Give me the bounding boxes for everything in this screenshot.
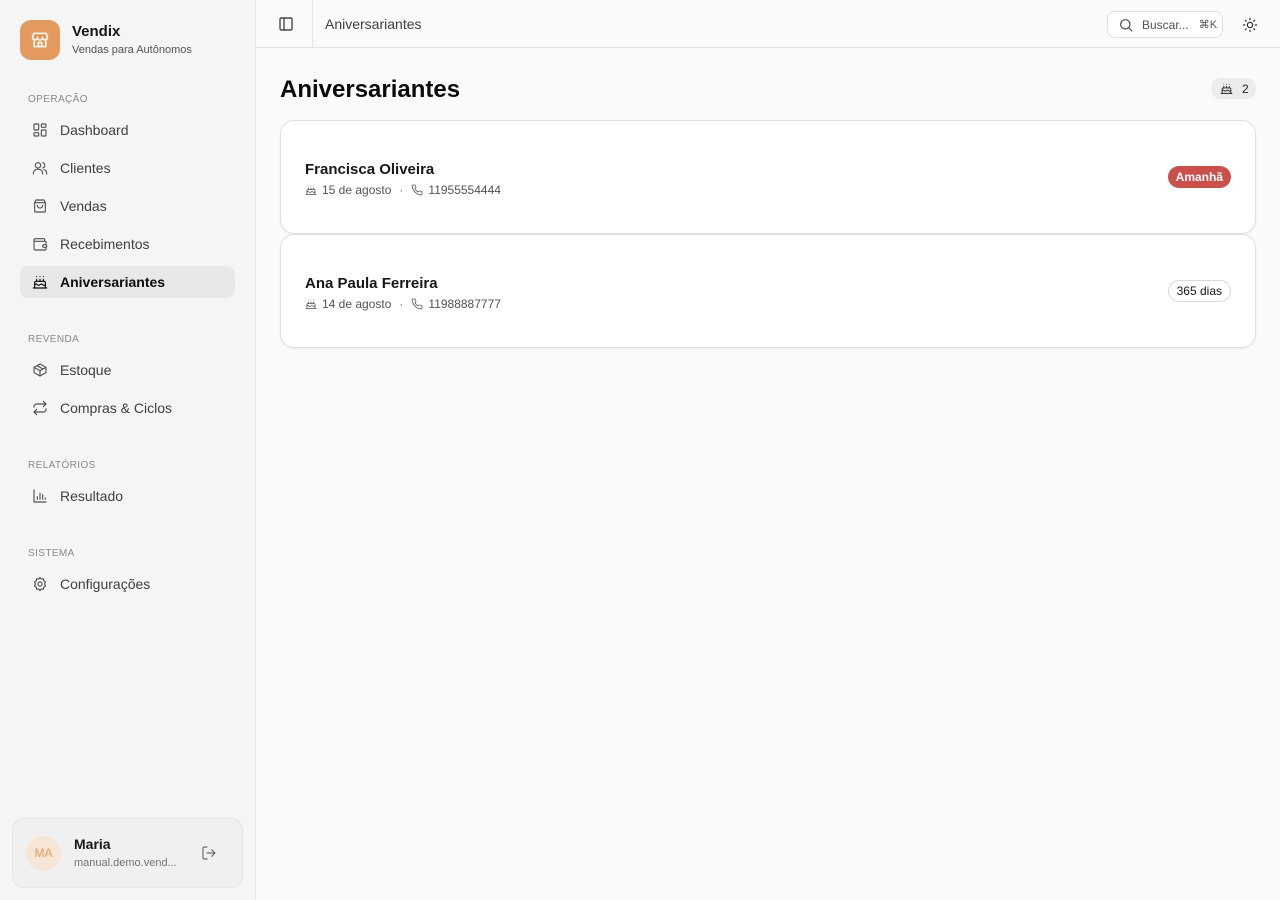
phone-number: 11988887777 <box>428 297 501 311</box>
card-meta: 15 de agosto · 11955554444 <box>305 183 501 197</box>
brand-subtitle: Vendas para Autônomos <box>72 44 192 56</box>
nav-section-label: SISTEMA <box>28 548 75 559</box>
sidebar-item-compras-ciclos[interactable]: Compras & Ciclos <box>20 392 235 424</box>
repeat-icon <box>32 400 48 416</box>
sidebar-item-recebimentos[interactable]: Recebimentos <box>20 228 235 260</box>
sidebar-item-label: Aniversariantes <box>60 274 166 290</box>
sidebar-item-label: Compras & Ciclos <box>60 400 173 416</box>
customer-name: Ana Paula Ferreira <box>305 275 438 292</box>
bar-chart-icon <box>32 488 48 504</box>
birthday-card[interactable]: Francisca Oliveira 15 de agosto · 119555… <box>280 120 1256 234</box>
sidebar-item-label: Dashboard <box>60 122 129 138</box>
sidebar-item-label: Resultado <box>60 488 124 504</box>
sidebar-item-label: Estoque <box>60 362 112 378</box>
nav-section-sistema: SISTEMA Configurações <box>20 546 235 600</box>
search-button[interactable]: Buscar... ⌘K <box>1107 11 1223 38</box>
cake-icon <box>32 274 48 290</box>
shopping-bag-icon <box>32 198 48 214</box>
search-icon <box>1118 17 1134 33</box>
brand-name: Vendix <box>72 23 121 40</box>
phone-number: 11955554444 <box>428 183 501 197</box>
sidebar-item-label: Configurações <box>60 576 151 592</box>
sidebar-item-clientes[interactable]: Clientes <box>20 152 235 184</box>
sidebar-item-label: Recebimentos <box>60 236 150 252</box>
nav-section-revenda: REVENDA Estoque Compras & Ciclos <box>20 332 235 424</box>
wallet-icon <box>32 236 48 252</box>
cake-icon <box>1220 82 1233 95</box>
store-icon <box>20 20 60 60</box>
nav-section-label: RELATÓRIOS <box>28 460 96 471</box>
sidebar-item-label: Vendas <box>60 198 107 214</box>
user-email: manual.demo.vend... <box>74 857 177 869</box>
sidebar-toggle-icon[interactable] <box>278 16 294 32</box>
status-badge: Amanhã <box>1167 166 1231 188</box>
sun-icon[interactable] <box>1242 17 1258 33</box>
gear-icon <box>32 576 48 592</box>
status-badge: 365 dias <box>1167 280 1231 302</box>
user-name: Maria <box>74 836 111 852</box>
sidebar: Vendix Vendas para Autônomos OPERAÇÃO Da… <box>0 0 256 900</box>
nav-section-label: OPERAÇÃO <box>28 94 88 105</box>
card-meta: 14 de agosto · 11988887777 <box>305 297 501 311</box>
nav-section-relatorios: RELATÓRIOS Resultado <box>20 458 235 512</box>
brand[interactable]: Vendix Vendas para Autônomos <box>20 20 192 60</box>
count-value: 2 <box>1242 81 1249 96</box>
top-bar: Aniversariantes Buscar... ⌘K <box>256 0 1280 48</box>
cake-icon <box>305 298 317 310</box>
birthday-date: 15 de agosto <box>322 183 392 197</box>
users-icon <box>32 160 48 176</box>
cake-icon <box>305 184 317 196</box>
sidebar-item-dashboard[interactable]: Dashboard <box>20 114 235 146</box>
phone-icon <box>411 298 423 310</box>
phone-icon <box>411 184 423 196</box>
birthday-card[interactable]: Ana Paula Ferreira 14 de agosto · 119888… <box>280 234 1256 348</box>
search-placeholder: Buscar... <box>1142 17 1189 32</box>
customer-name: Francisca Oliveira <box>305 161 435 178</box>
sidebar-item-estoque[interactable]: Estoque <box>20 354 235 386</box>
user-card: MA Maria manual.demo.vend... <box>12 818 243 888</box>
search-shortcut: ⌘K <box>1198 19 1218 31</box>
nav-section-operacao: OPERAÇÃO Dashboard Clientes Vendas Receb… <box>20 92 235 298</box>
header-divider <box>312 0 313 47</box>
dashboard-icon <box>32 122 48 138</box>
sidebar-item-aniversariantes[interactable]: Aniversariantes <box>20 266 235 298</box>
breadcrumb: Aniversariantes <box>325 16 422 32</box>
page-title: Aniversariantes <box>280 76 461 103</box>
sidebar-item-configuracoes[interactable]: Configurações <box>20 568 235 600</box>
birthday-date: 14 de agosto <box>322 297 392 311</box>
logout-icon[interactable] <box>201 845 217 861</box>
sidebar-item-resultado[interactable]: Resultado <box>20 480 235 512</box>
avatar[interactable]: MA <box>26 835 61 871</box>
package-icon <box>32 362 48 378</box>
sidebar-item-vendas[interactable]: Vendas <box>20 190 235 222</box>
sidebar-item-label: Clientes <box>60 160 111 176</box>
nav-section-label: REVENDA <box>28 334 80 345</box>
count-badge: 2 <box>1211 78 1256 99</box>
